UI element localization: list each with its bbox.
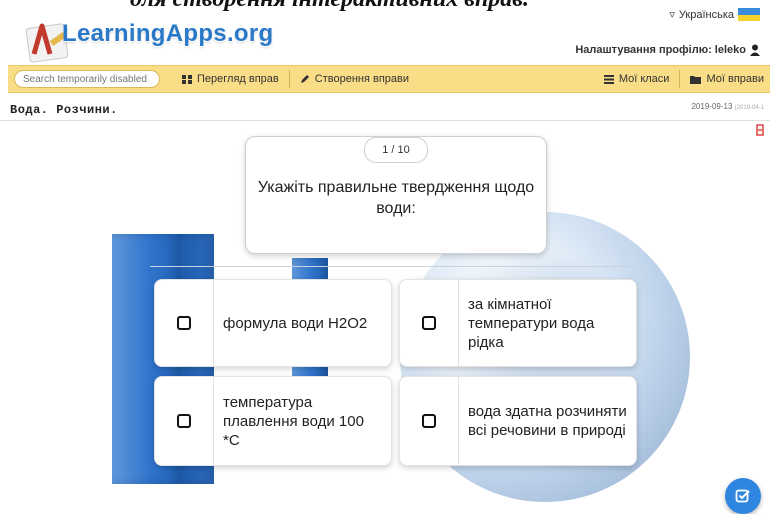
- checkbox-cell: [400, 377, 459, 465]
- checkbox-cell: [155, 280, 214, 366]
- check-answers-button[interactable]: [725, 478, 761, 514]
- pencil-icon: [300, 75, 309, 83]
- profile-label: Налаштування профілю: leleko: [575, 44, 746, 56]
- answer-text: вода здатна розчиняти всі речовини в при…: [468, 403, 627, 439]
- page-title-row: Вода. Розчини. 2019-09-13 (2019-04-1: [0, 100, 770, 121]
- dropdown-arrow-icon: ▿: [669, 9, 675, 21]
- folder-icon: [690, 75, 702, 84]
- checkbox[interactable]: [177, 316, 191, 330]
- nav-my-classes[interactable]: Мої класи: [594, 66, 680, 92]
- checkbox[interactable]: [422, 316, 436, 330]
- page-date: 2019-09-13 (2019-04-1: [691, 102, 764, 111]
- top-caption: для створення інтерактивних вправ.: [130, 0, 690, 13]
- answer-text: за кімнатної температури вода рідка: [468, 295, 595, 351]
- nav-right-group: Мої класи Мої вправи: [594, 66, 770, 92]
- nav-browse-apps[interactable]: Перегляд вправ: [172, 66, 289, 92]
- checkbox-cell: [155, 377, 214, 465]
- nav-create-app[interactable]: Створення вправи: [290, 66, 419, 92]
- answer-option-4[interactable]: вода здатна розчиняти всі речовини в при…: [399, 376, 637, 466]
- nav-browse-label: Перегляд вправ: [197, 73, 279, 85]
- check-icon: [735, 489, 750, 503]
- date-value: 2019-09-13: [691, 102, 733, 111]
- grid-icon: [182, 74, 192, 84]
- answer-text: формула води H2O2: [223, 314, 368, 332]
- nav-my-apps[interactable]: Мої вправи: [680, 66, 770, 92]
- checkbox-cell: [400, 280, 459, 366]
- question-card: 1 / 10 Укажіть правильне твердження щодо…: [245, 136, 547, 254]
- language-selector[interactable]: ▿ Українська: [669, 8, 760, 21]
- main-navbar: Перегляд вправ Створення вправи Мої клас…: [8, 65, 770, 93]
- background-divider: [150, 266, 630, 267]
- checkbox[interactable]: [177, 414, 191, 428]
- nav-classes-label: Мої класи: [618, 73, 670, 85]
- nav-create-label: Створення вправи: [314, 73, 410, 85]
- user-icon: [750, 44, 760, 56]
- profile-settings-link[interactable]: Налаштування профілю: leleko: [575, 44, 760, 56]
- list-icon: [603, 74, 614, 84]
- checkbox[interactable]: [422, 414, 436, 428]
- brand-name[interactable]: LearningApps.org: [62, 20, 273, 48]
- nav-my-apps-label: Мої вправи: [706, 73, 764, 85]
- ukraine-flag-icon: [738, 8, 760, 21]
- answer-option-1[interactable]: формула води H2O2: [154, 279, 392, 367]
- answer-option-2[interactable]: за кімнатної температури вода рідка: [399, 279, 637, 367]
- page-title: Вода. Розчини.: [10, 103, 118, 117]
- language-label: Українська: [678, 8, 734, 21]
- question-counter: 1 / 10: [364, 137, 428, 163]
- search-input[interactable]: [14, 70, 160, 88]
- answer-text: температура плавлення води 100 *С: [223, 393, 364, 449]
- question-text: Укажіть правильне твердження щодо води:: [257, 179, 535, 217]
- date-extra: (2019-04-1: [734, 105, 764, 111]
- answer-option-3[interactable]: температура плавлення води 100 *С: [154, 376, 392, 466]
